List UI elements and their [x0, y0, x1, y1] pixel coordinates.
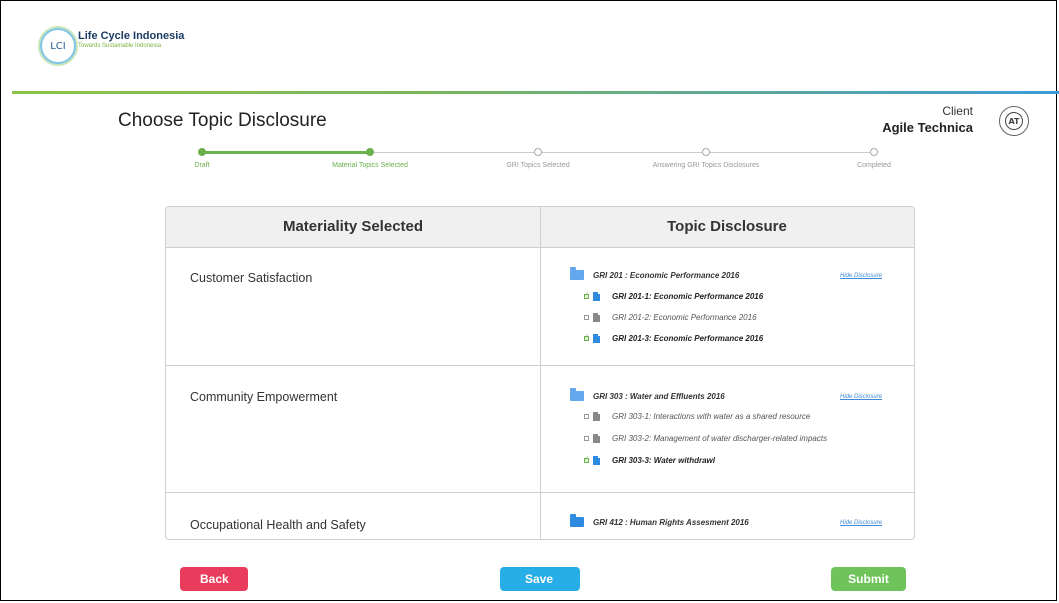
step-material-topics: Material Topics Selected	[332, 148, 408, 169]
back-button[interactable]: Back	[180, 567, 248, 591]
client-label: Client	[942, 104, 973, 118]
disclosure-item[interactable]: GRI 201-3: Economic Performance 2016	[584, 333, 764, 343]
material-topic: Customer Satisfaction	[190, 271, 313, 285]
client-name: Agile Technica	[882, 120, 973, 135]
step-draft: Draft	[194, 148, 210, 169]
gri-title: GRI 412 : Human Rights Assesment 2016	[593, 517, 749, 527]
client-logo-text: AT	[1005, 112, 1023, 130]
hide-disclosure-link[interactable]: Hide Disclosure	[840, 520, 882, 526]
page-title: Choose Topic Disclosure	[118, 110, 327, 131]
disclosure-label: GRI 303-3: Water withdrawl	[612, 456, 715, 465]
file-icon	[593, 412, 600, 421]
client-info: Client Agile Technica	[882, 104, 973, 135]
folder-open-icon	[570, 267, 584, 280]
step-label: Draft	[194, 162, 210, 169]
disclosure-label: GRI 303-1: Interactions with water as a …	[612, 412, 811, 421]
disclosure-label: GRI 303-2: Management of water discharge…	[612, 434, 828, 443]
material-topic: Community Empowerment	[190, 390, 338, 404]
folder-open-icon	[570, 388, 584, 401]
progress-stepper: Draft Material Topics Selected GRI Topic…	[194, 148, 891, 178]
disclosure-item[interactable]: GRI 303-1: Interactions with water as a …	[584, 412, 810, 421]
client-logo: AT	[999, 106, 1029, 136]
stepper-track-complete	[202, 151, 372, 154]
file-icon	[593, 292, 600, 301]
gri-group[interactable]: GRI 412 : Human Rights Assesment 2016	[570, 514, 749, 527]
gri-group[interactable]: GRI 201 : Economic Performance 2016	[570, 267, 740, 280]
step-dot	[366, 148, 374, 156]
step-dot	[702, 148, 710, 156]
gri-title: GRI 201 : Economic Performance 2016	[593, 270, 740, 280]
save-button[interactable]: Save	[500, 567, 580, 591]
step-answering: Answering GRI Topics Disclosures	[653, 148, 759, 169]
step-completed: Completed	[857, 148, 891, 169]
step-label: Answering GRI Topics Disclosures	[652, 162, 760, 169]
checkbox-checked[interactable]	[584, 291, 589, 299]
gri-title: GRI 303 : Water and Effluents 2016	[593, 391, 725, 401]
header-materiality: Materiality Selected	[282, 218, 424, 235]
checkbox-checked[interactable]	[584, 455, 589, 463]
folder-closed-icon	[570, 514, 584, 527]
step-dot	[534, 148, 542, 156]
header-accent-line	[12, 91, 1059, 94]
checkbox-unchecked[interactable]	[584, 414, 589, 419]
disclosure-label: GRI 201-3: Economic Performance 2016	[612, 334, 764, 343]
table-row: Occupational Health and Safety GRI 412 :…	[166, 493, 914, 539]
step-label: GRI Topics Selected	[506, 162, 570, 169]
submit-button[interactable]: Submit	[831, 567, 906, 591]
material-topic: Occupational Health and Safety	[190, 518, 366, 532]
brand-logo: LCI	[40, 28, 76, 64]
disclosure-item[interactable]: GRI 303-3: Water withdrawl	[584, 455, 715, 465]
file-icon	[593, 313, 600, 322]
table-row: Customer Satisfaction GRI 201 : Economic…	[166, 248, 914, 366]
table-row: Community Empowerment GRI 303 : Water an…	[166, 366, 914, 493]
disclosure-item[interactable]: GRI 201-1: Economic Performance 2016	[584, 291, 764, 301]
step-gri-topics: GRI Topics Selected	[506, 148, 570, 169]
checkbox-unchecked[interactable]	[584, 315, 589, 320]
step-dot	[870, 148, 878, 156]
step-label: Material Topics Selected	[332, 162, 408, 169]
hide-disclosure-link[interactable]: Hide Disclosure	[840, 273, 882, 279]
brand: Life Cycle Indonesia Towards Sustainable…	[78, 30, 184, 49]
disclosure-item[interactable]: GRI 303-2: Management of water discharge…	[584, 434, 827, 443]
disclosure-table: Materiality Selected Topic Disclosure Cu…	[165, 206, 915, 540]
gri-group[interactable]: GRI 303 : Water and Effluents 2016	[570, 388, 725, 401]
step-dot	[198, 148, 206, 156]
file-icon	[593, 434, 600, 443]
step-label: Completed	[857, 162, 891, 169]
file-icon	[593, 334, 600, 343]
file-icon	[593, 456, 600, 465]
brand-name: Life Cycle Indonesia	[78, 30, 185, 42]
brand-tagline: Towards Sustainable Indonesia	[78, 43, 162, 49]
disclosure-label: GRI 201-2: Economic Performance 2016	[612, 313, 757, 322]
disclosure-label: GRI 201-1: Economic Performance 2016	[612, 292, 764, 301]
disclosure-item[interactable]: GRI 201-2: Economic Performance 2016	[584, 313, 757, 322]
checkbox-unchecked[interactable]	[584, 436, 589, 441]
header-topic-disclosure: Topic Disclosure	[667, 218, 787, 235]
checkbox-checked[interactable]	[584, 333, 589, 341]
hide-disclosure-link[interactable]: Hide Disclosure	[840, 394, 882, 400]
